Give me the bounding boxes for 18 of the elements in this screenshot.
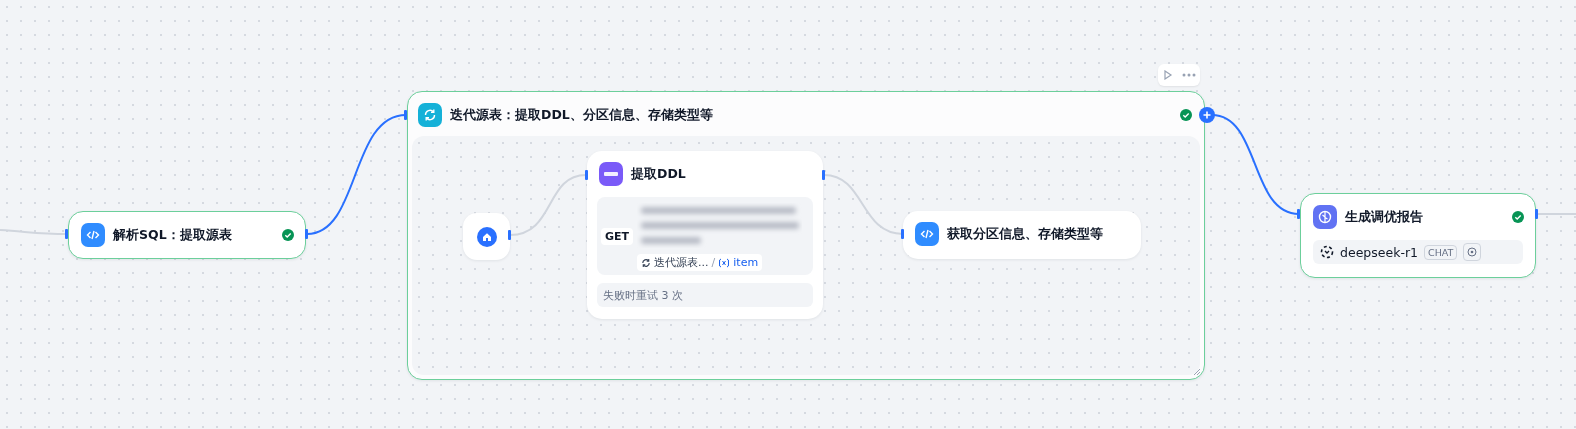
node-title: 生成调优报告	[1345, 208, 1424, 226]
mode-tag: CHAT	[1424, 244, 1458, 260]
variable-source: 迭代源表...	[654, 255, 709, 270]
retry-info: 失败时重试 3 次	[597, 283, 813, 307]
model-name: deepseek-r1	[1340, 244, 1418, 260]
workflow-node[interactable]: 获取分区信息、存储类型等	[903, 211, 1141, 259]
workflow-node[interactable]: 解析SQL：提取源表	[68, 211, 306, 259]
workflow-node[interactable]: 迭代源表：提取DDL、分区信息、存储类型等 提取DDL GET 迭代源表... / item 失败时重试 3 次 获取分区信息、存储类型等	[407, 91, 1205, 380]
model-selector[interactable]: deepseek-r1 CHAT	[1313, 240, 1523, 264]
variable-name: item	[733, 256, 759, 269]
node-title: 获取分区信息、存储类型等	[947, 225, 1104, 243]
node-title: 解析SQL：提取源表	[113, 226, 233, 244]
workflow-node[interactable]: 生成调优报告 deepseek-r1 CHAT	[1300, 193, 1536, 278]
node-title: 迭代源表：提取DDL、分区信息、存储类型等	[450, 106, 714, 124]
workflow-node[interactable]: 提取DDL GET 迭代源表... / item 失败时重试 3 次	[587, 151, 823, 319]
method-tag: GET	[601, 227, 634, 245]
node-title: 提取DDL	[631, 165, 687, 183]
variable-separator: /	[711, 256, 716, 269]
